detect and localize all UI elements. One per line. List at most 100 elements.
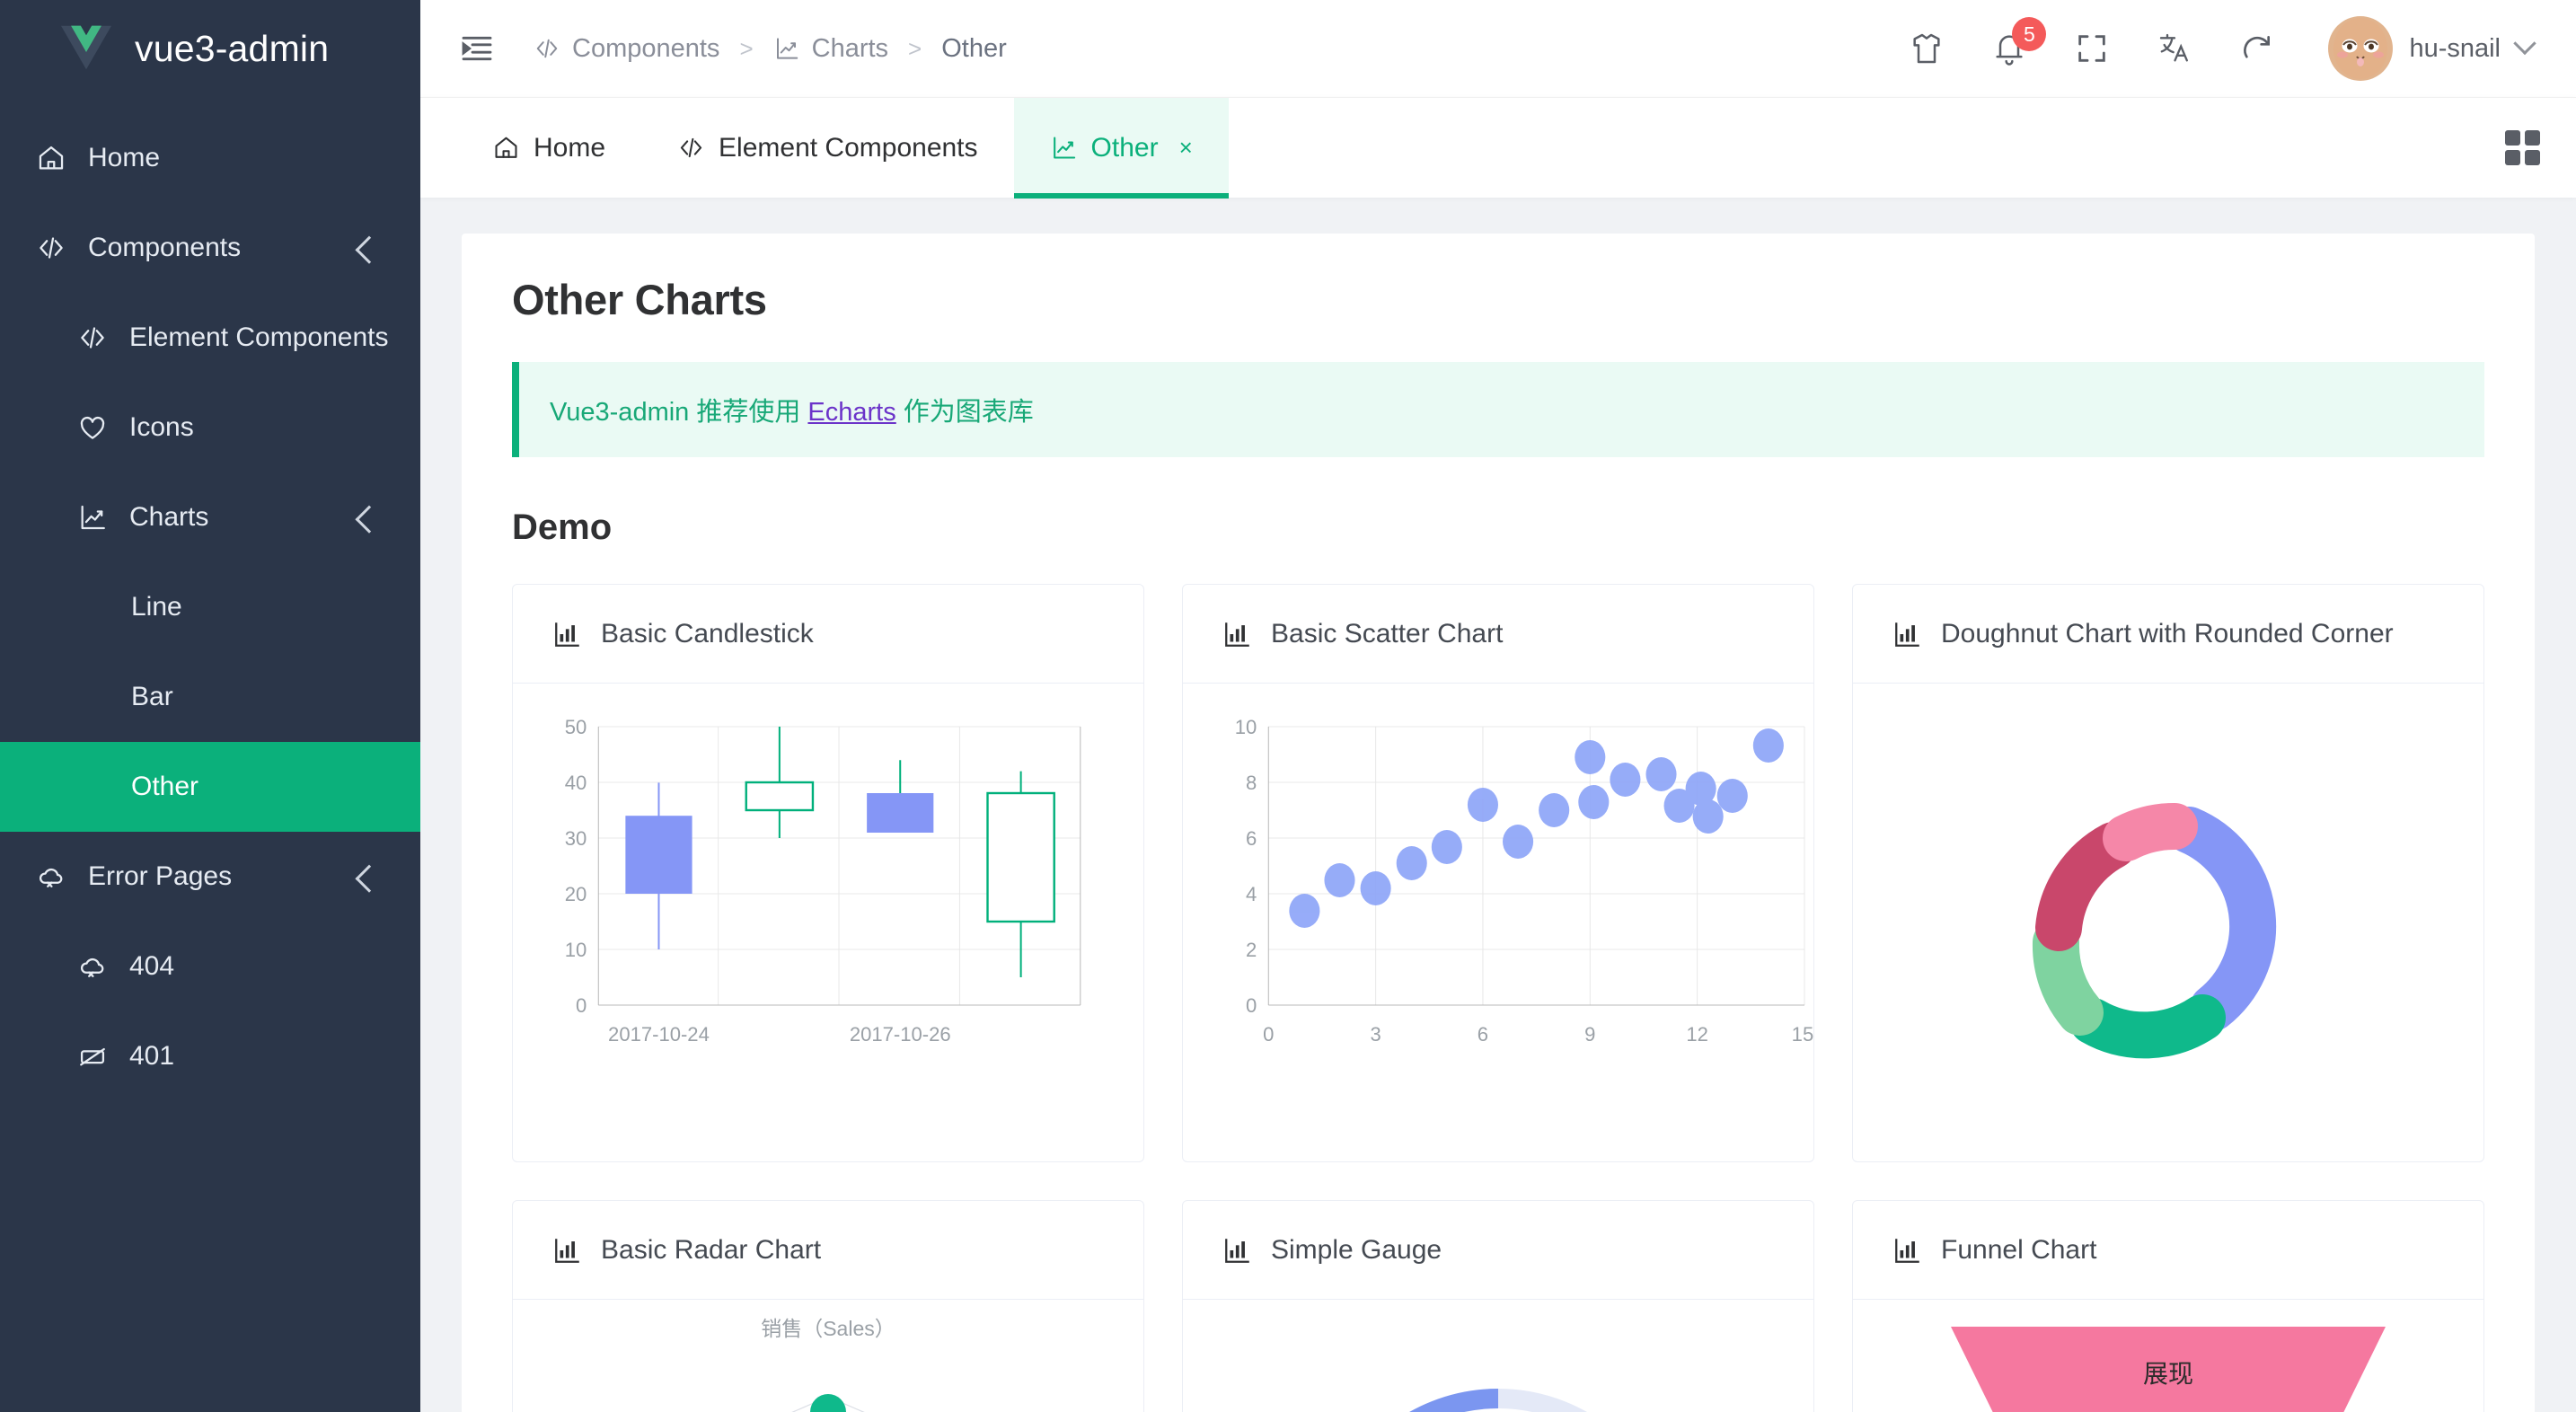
user-name: hu-snail [2409, 33, 2501, 63]
collapse-menu-icon[interactable] [456, 28, 498, 69]
radar-chart: 销售（Sales） ministration） 市场（Marketi [513, 1300, 1143, 1412]
chevron-up-icon [355, 864, 384, 893]
translate-icon[interactable] [2154, 28, 2195, 69]
svg-text:4: 4 [1246, 883, 1257, 905]
avatar [2328, 16, 2394, 81]
funnel-label-1: 展现 [2143, 1360, 2193, 1388]
svg-text:50: 50 [565, 716, 587, 738]
user-menu[interactable]: hu-snail [2328, 16, 2536, 81]
candlestick-chart: 50 40 30 20 10 0 2017-10-24 2017-10-26 [513, 684, 1143, 1161]
sidebar-item-label: Line [131, 592, 182, 622]
chevron-up-icon [355, 235, 384, 264]
svg-text:12: 12 [1686, 1023, 1708, 1046]
card-header: Basic Radar Chart [513, 1201, 1143, 1300]
breadcrumb-item-charts[interactable]: Charts [773, 34, 888, 64]
svg-text:2: 2 [1246, 939, 1257, 961]
tab-label: Element Components [719, 132, 978, 163]
sidebar-item-label: Bar [131, 682, 173, 711]
breadcrumb-item-components[interactable]: Components [534, 34, 719, 64]
sidebar-item-401[interactable]: 401 [0, 1011, 420, 1101]
section-title: Demo [512, 507, 613, 547]
breadcrumb-label: Charts [811, 33, 889, 63]
sidebar-item-line[interactable]: Line [0, 562, 420, 652]
bar-chart-icon [1225, 622, 1249, 647]
svg-text:10: 10 [565, 939, 587, 961]
card-basic-candlestick: Basic Candlestick 50 40 30 20 10 0 2017-… [512, 584, 1144, 1162]
svg-text:8: 8 [1246, 772, 1257, 794]
svg-text:20: 20 [565, 883, 587, 905]
code-icon [27, 233, 75, 263]
svg-text:9: 9 [1584, 1023, 1595, 1046]
sidebar-item-label: Other [131, 772, 199, 801]
content-card: Other Charts Vue3-admin 推荐使用 Echarts 作为图… [462, 234, 2535, 1412]
funnel-chart: 展现 点击 [1853, 1300, 2483, 1412]
card-title: Basic Radar Chart [601, 1234, 822, 1265]
svg-text:40: 40 [565, 772, 587, 794]
chart-line-icon [68, 502, 117, 533]
breadcrumb-label: Other [941, 33, 1007, 63]
tshirt-icon[interactable] [1906, 28, 1947, 69]
card-simple-gauge: Simple Gauge [1182, 1200, 1814, 1412]
sidebar-item-home[interactable]: Home [0, 113, 420, 203]
doughnut-chart [1853, 684, 2483, 1161]
charts-grid-row-1: Basic Candlestick 50 40 30 20 10 0 2017-… [512, 584, 2484, 1162]
sidebar-item-element-components[interactable]: Element Components [0, 293, 420, 383]
tab-home[interactable]: Home [456, 98, 641, 199]
sidebar-item-charts[interactable]: Charts [0, 472, 420, 562]
card-title: Doughnut Chart with Rounded Corner [1941, 618, 2394, 649]
scatter-chart: 10 8 6 4 2 0 0 3 6 9 12 15 [1183, 684, 1813, 1161]
sidebar-item-label: 404 [129, 951, 175, 981]
brand-name: vue3-admin [135, 27, 330, 69]
svg-text:6: 6 [1246, 827, 1257, 850]
svg-text:2017-10-24: 2017-10-24 [608, 1023, 710, 1046]
card-title: Simple Gauge [1271, 1234, 1442, 1265]
card-funnel: Funnel Chart 展现 点击 [1852, 1200, 2484, 1412]
breadcrumb-item-other[interactable]: Other [941, 34, 1007, 64]
sidebar-logo[interactable]: vue3-admin [0, 0, 420, 97]
bar-chart-icon [1895, 1238, 1919, 1263]
sidebar-item-components[interactable]: Components [0, 203, 420, 293]
heart-icon [68, 412, 117, 443]
charts-grid-row-2: Basic Radar Chart 销售（Sales） ministration… [512, 1200, 2484, 1412]
close-icon[interactable]: × [1179, 134, 1193, 162]
tab-bar: Home Element Components Other × [420, 97, 2576, 199]
sidebar-item-404[interactable]: 404 [0, 922, 420, 1011]
code-icon [534, 35, 560, 62]
page-title: Other Charts [512, 276, 767, 323]
tab-other[interactable]: Other × [1013, 97, 1229, 199]
sidebar-item-label: 401 [129, 1041, 175, 1071]
sidebar-item-error-pages[interactable]: Error Pages [0, 832, 420, 922]
card-header: Basic Candlestick [513, 585, 1143, 684]
bar-chart-icon [555, 622, 579, 647]
svg-text:2017-10-26: 2017-10-26 [850, 1023, 951, 1046]
sidebar-item-bar[interactable]: Bar [0, 652, 420, 742]
sidebar-item-other[interactable]: Other [0, 742, 420, 832]
tab-element-components[interactable]: Element Components [641, 98, 1014, 199]
cloud-error-icon [68, 951, 117, 982]
bar-chart-icon [555, 1238, 579, 1263]
card-doughnut: Doughnut Chart with Rounded Corner [1852, 584, 2484, 1162]
card-title: Basic Candlestick [601, 618, 814, 649]
bell-icon[interactable]: 5 [1989, 17, 2047, 69]
svg-text:3: 3 [1370, 1023, 1381, 1046]
grid-layout-icon[interactable] [2505, 130, 2540, 165]
navbar-actions: 5 hu-snail [1906, 16, 2536, 81]
echarts-link[interactable]: Echarts [807, 398, 895, 427]
card-title: Funnel Chart [1941, 1234, 2097, 1265]
main-area: Components > Charts > Other 5 hu-snail H… [420, 0, 2576, 1412]
card-header: Basic Scatter Chart [1183, 585, 1813, 684]
sidebar-item-label: Components [88, 233, 242, 262]
home-icon [27, 143, 75, 173]
svg-text:0: 0 [1246, 994, 1257, 1017]
card-header: Funnel Chart [1853, 1201, 2483, 1300]
sidebar-item-icons[interactable]: Icons [0, 383, 420, 472]
bar-chart-icon [1895, 622, 1919, 647]
card-header: Doughnut Chart with Rounded Corner [1853, 585, 2483, 684]
svg-text:10: 10 [1235, 716, 1257, 738]
breadcrumb-separator: > [739, 34, 754, 62]
sidebar-item-label: Error Pages [88, 861, 233, 891]
card-basic-scatter: Basic Scatter Chart 10 8 6 4 2 0 0 3 6 9… [1182, 584, 1814, 1162]
refresh-icon[interactable] [2236, 28, 2278, 69]
sidebar: vue3-admin Home Components Element Compone… [0, 0, 420, 1412]
fullscreen-icon[interactable] [2071, 28, 2113, 69]
